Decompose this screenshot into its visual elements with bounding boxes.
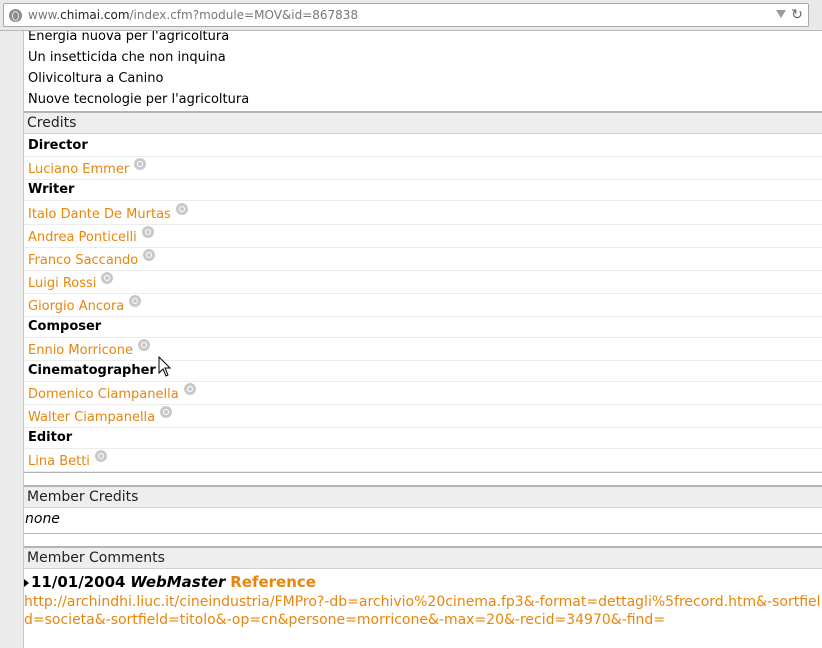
topic-item: Olivicoltura a Canino — [28, 71, 164, 86]
comment-author: WebMaster — [130, 573, 226, 591]
person-link[interactable]: Walter Ciampanella — [24, 405, 822, 428]
person-name[interactable]: Lina Betti — [28, 454, 90, 469]
person-name[interactable]: Franco Saccando — [28, 253, 138, 268]
address-bar[interactable]: www.chimai.com/index.cfm?module=MOV&id=8… — [3, 3, 809, 27]
role-label: Editor — [24, 427, 822, 449]
member-credits-heading: Member Credits — [24, 485, 822, 508]
person-name[interactable]: Domenico Ciampanella — [28, 387, 179, 402]
role-label: Composer — [24, 316, 822, 338]
globe-icon — [9, 9, 22, 22]
magnifier-icon[interactable] — [141, 226, 154, 238]
person-link[interactable]: Lina Betti — [24, 449, 822, 472]
person-name[interactable]: Ennio Morricone — [28, 343, 133, 358]
person-link[interactable]: Giorgio Ancora — [24, 294, 822, 317]
person-name[interactable]: Walter Ciampanella — [28, 410, 155, 425]
person-link[interactable]: Ennio Morricone — [24, 338, 822, 361]
person-name[interactable]: Giorgio Ancora — [28, 299, 124, 314]
magnifier-icon[interactable] — [134, 158, 147, 170]
magnifier-icon[interactable] — [143, 249, 156, 261]
url-host: chimai.com — [60, 8, 130, 22]
magnifier-icon[interactable] — [129, 295, 142, 307]
page-content: Energia nuova per l'agricoltura Un inset… — [24, 31, 822, 648]
magnifier-icon[interactable] — [94, 450, 107, 462]
credits-heading: Credits — [24, 111, 822, 134]
magnifier-icon[interactable] — [101, 272, 114, 284]
left-gutter — [0, 31, 24, 648]
person-link[interactable]: Luciano Emmer — [24, 157, 822, 180]
reload-icon[interactable]: ↻ — [790, 8, 804, 22]
magnifier-icon[interactable] — [137, 339, 150, 351]
person-link[interactable]: Andrea Ponticelli — [24, 225, 822, 248]
comment-date: 11/01/2004 — [31, 573, 126, 591]
url-path: /index.cfm?module=MOV&id=867838 — [129, 8, 359, 22]
role-label: Writer — [24, 179, 822, 201]
role-label: Cinematographer — [24, 360, 822, 382]
member-credits-value: none — [25, 511, 60, 527]
person-name[interactable]: Italo Dante De Murtas — [28, 207, 171, 222]
mouse-cursor-icon — [158, 356, 172, 377]
reference-link[interactable]: Reference — [230, 573, 316, 591]
member-comments-heading: Member Comments — [24, 546, 822, 569]
magnifier-icon[interactable] — [160, 406, 173, 418]
person-link[interactable]: Franco Saccando — [24, 248, 822, 271]
member-credits-box-bottom — [24, 533, 822, 534]
person-link[interactable]: Domenico Ciampanella — [24, 382, 822, 405]
bullet-icon — [24, 579, 29, 587]
magnifier-icon[interactable] — [175, 203, 188, 215]
address-text[interactable]: www.chimai.com/index.cfm?module=MOV&id=8… — [28, 8, 358, 22]
magnifier-icon[interactable] — [183, 383, 196, 395]
person-link[interactable]: Italo Dante De Murtas — [24, 202, 822, 225]
browser-toolbar: www.chimai.com/index.cfm?module=MOV&id=8… — [0, 0, 822, 31]
topic-item: Nuove tecnologie per l'agricoltura — [28, 92, 250, 107]
person-name[interactable]: Andrea Ponticelli — [28, 230, 137, 245]
url-prefix: www. — [28, 8, 61, 22]
person-name[interactable]: Luigi Rossi — [28, 276, 96, 291]
person-link[interactable]: Luigi Rossi — [24, 271, 822, 294]
person-name[interactable]: Luciano Emmer — [28, 162, 129, 177]
topic-item: Un insetticida che non inquina — [28, 50, 226, 65]
comment-link[interactable]: http://archindhi.liuc.it/cineindustria/F… — [24, 593, 822, 629]
chevron-down-icon[interactable] — [776, 10, 786, 18]
role-label: Director — [24, 135, 822, 157]
comment-header: 11/01/2004 WebMaster Reference — [24, 573, 316, 591]
credits-box-bottom — [24, 472, 822, 473]
topic-item: Energia nuova per l'agricoltura — [28, 31, 230, 44]
